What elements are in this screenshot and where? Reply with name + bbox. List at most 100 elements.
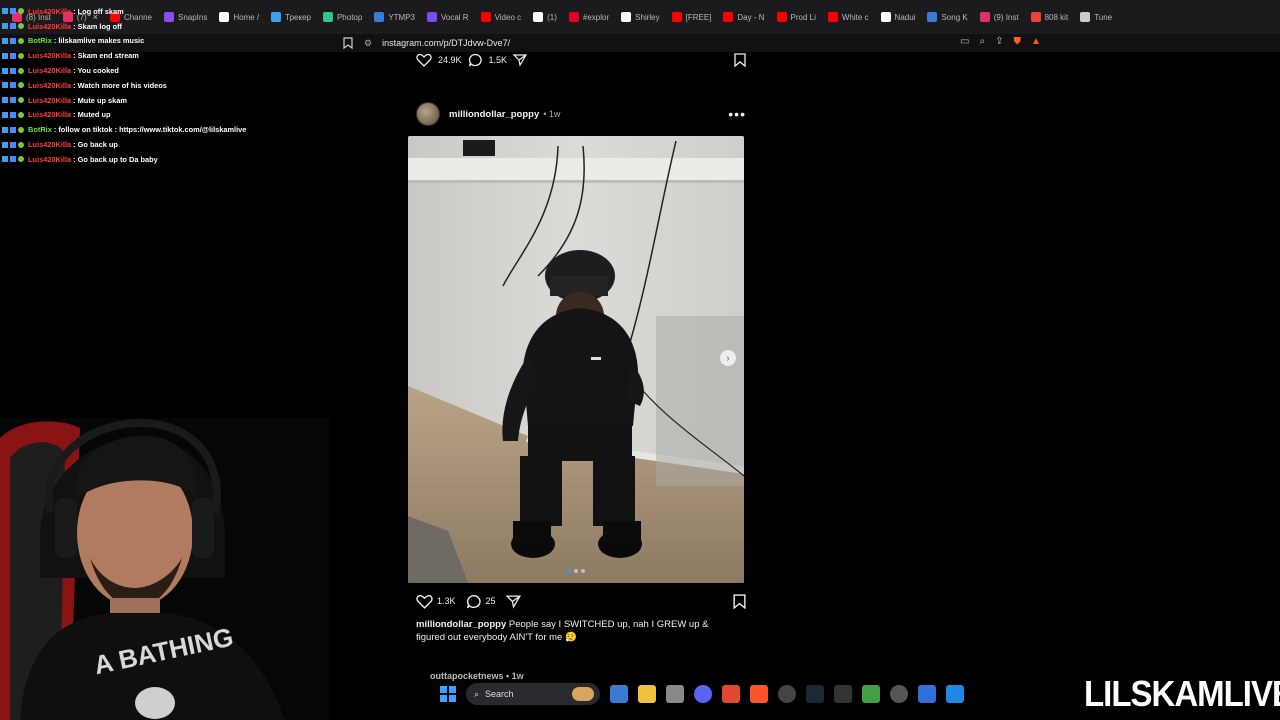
obs-icon[interactable]: [778, 685, 796, 703]
tab-favicon-icon: [979, 12, 990, 22]
chat-message: Luis420Killa: Watch more of his videos: [2, 78, 302, 93]
like-icon[interactable]: [416, 594, 433, 609]
post-time: • 1w: [543, 109, 561, 119]
brave-rewards-icon[interactable]: ▲: [1031, 36, 1041, 47]
post-username[interactable]: milliondollar_poppy: [449, 109, 539, 120]
carousel-dot: [574, 569, 578, 573]
browser-tab[interactable]: 808 kit: [1025, 5, 1075, 29]
zoom-icon[interactable]: ⌕: [979, 36, 985, 47]
search-icon: ⌕: [474, 688, 480, 699]
save-icon[interactable]: [733, 593, 746, 609]
store-icon[interactable]: [666, 685, 684, 703]
keyboard-icon[interactable]: [834, 685, 852, 703]
browser-tab[interactable]: Tune: [1074, 5, 1118, 29]
channel-brand: LILSKAMLIVE: [1084, 673, 1280, 714]
browser-tab[interactable]: #explor: [563, 5, 615, 29]
browser-tab[interactable]: Vocal R: [421, 5, 475, 29]
chat-text: : Mute up skam: [73, 95, 127, 105]
tab-label: Prod Li: [790, 12, 816, 22]
comment-icon[interactable]: [468, 53, 483, 67]
4k-downloader-icon[interactable]: [890, 685, 908, 703]
browser-tab[interactable]: YTMP3: [368, 5, 421, 29]
chat-text: : You cooked: [73, 66, 119, 76]
next-post-username[interactable]: outtapocketnews • 1w: [430, 671, 524, 681]
tab-favicon-icon: [671, 12, 682, 22]
browser-tab[interactable]: Song K: [921, 5, 973, 29]
tab-favicon-icon: [533, 12, 544, 22]
browser-tab[interactable]: Nadui: [875, 5, 922, 29]
chat-badges-icon: [2, 37, 24, 44]
browser-tab[interactable]: Photop: [317, 5, 368, 29]
browser-tab[interactable]: [FREE]: [666, 5, 718, 29]
fl-studio-icon[interactable]: [722, 685, 740, 703]
tab-favicon-icon: [927, 12, 938, 22]
tab-label: [FREE]: [685, 12, 712, 22]
brave-shield-icon[interactable]: ⛊: [1013, 36, 1021, 47]
caption-username[interactable]: milliondollar_poppy: [416, 619, 506, 630]
site-settings-icon[interactable]: ⚙: [364, 38, 372, 49]
chat-message: BotRix: follow on tiktok : https://www.t…: [2, 122, 302, 137]
next-slide-icon[interactable]: ›: [720, 350, 736, 366]
comment-icon[interactable]: [466, 594, 482, 609]
like-icon[interactable]: [416, 53, 432, 67]
notepad-icon[interactable]: [918, 685, 936, 703]
browser-tab[interactable]: (9) Inst: [974, 5, 1025, 29]
file-explorer-icon[interactable]: [638, 685, 656, 703]
chat-username: BotRix: [28, 36, 52, 46]
tab-label: Vocal R: [441, 12, 469, 22]
save-icon[interactable]: [734, 53, 746, 67]
likes-count: 1.3K: [437, 596, 456, 606]
photos-icon[interactable]: [946, 685, 964, 703]
chat-text: : Log off skam: [73, 6, 124, 16]
chat-message: Luis420Killa: You cooked: [2, 63, 302, 78]
taskbar-search[interactable]: ⌕ Search: [466, 683, 600, 705]
brave-browser-icon[interactable]: [750, 685, 768, 703]
more-options-icon[interactable]: •••: [728, 106, 746, 122]
chat-badges-icon: [2, 52, 24, 59]
carousel-dot: [581, 569, 585, 573]
chat-badges-icon: [2, 23, 24, 30]
browser-tab[interactable]: White c: [822, 5, 875, 29]
tab-label: Tune: [1094, 12, 1113, 22]
tab-label: White c: [841, 12, 869, 22]
tab-label: Nadui: [894, 12, 916, 22]
chat-badges-icon: [2, 82, 24, 89]
post-header: milliondollar_poppy • 1w •••: [416, 102, 746, 126]
steam-icon[interactable]: [806, 685, 824, 703]
browser-tab[interactable]: (1): [527, 5, 563, 29]
browser-tab[interactable]: Prod Li: [771, 5, 822, 29]
chat-text: : Go back up: [73, 140, 118, 150]
chat-badges-icon: [2, 141, 24, 148]
picture-in-picture-icon[interactable]: ▭: [960, 36, 969, 47]
previous-comments-count: 1.5K: [488, 55, 508, 65]
copilot-icon[interactable]: [610, 685, 628, 703]
tab-label: #explor: [582, 12, 610, 22]
bluestacks-icon[interactable]: [862, 685, 880, 703]
share-icon[interactable]: ⇪: [995, 36, 1003, 47]
post-caption: milliondollar_poppy People say I SWITCHE…: [416, 618, 726, 644]
share-icon[interactable]: [513, 53, 528, 67]
chat-username: Luis420Killa: [28, 110, 72, 120]
tab-favicon-icon: [322, 12, 333, 22]
tab-favicon-icon: [723, 12, 734, 22]
browser-tab[interactable]: Video c: [475, 5, 528, 29]
discord-icon[interactable]: [694, 685, 712, 703]
chat-username: BotRix: [28, 125, 52, 135]
tab-label: Song K: [941, 12, 968, 22]
chat-badges-icon: [2, 97, 24, 104]
browser-tab[interactable]: Day - N: [717, 5, 770, 29]
windows-start-icon[interactable]: [440, 686, 456, 702]
tab-favicon-icon: [827, 12, 838, 22]
chat-message: Luis420Killa: Mute up skam: [2, 93, 302, 108]
chat-username: Luis420Killa: [28, 140, 72, 150]
avatar[interactable]: [416, 102, 440, 126]
bookmark-page-icon[interactable]: [343, 37, 353, 49]
post-media[interactable]: ›: [408, 136, 744, 583]
webcam-feed: A BATHING: [0, 418, 330, 720]
stream-chat-overlay: Luis420Killa: Log off skam Luis420Killa: …: [2, 4, 302, 167]
share-icon[interactable]: [505, 594, 521, 609]
browser-tab[interactable]: Shirley: [615, 5, 665, 29]
chat-message: Luis420Killa: Go back up: [2, 137, 302, 152]
chat-text: : Skam end stream: [73, 51, 139, 61]
tab-favicon-icon: [480, 12, 491, 22]
